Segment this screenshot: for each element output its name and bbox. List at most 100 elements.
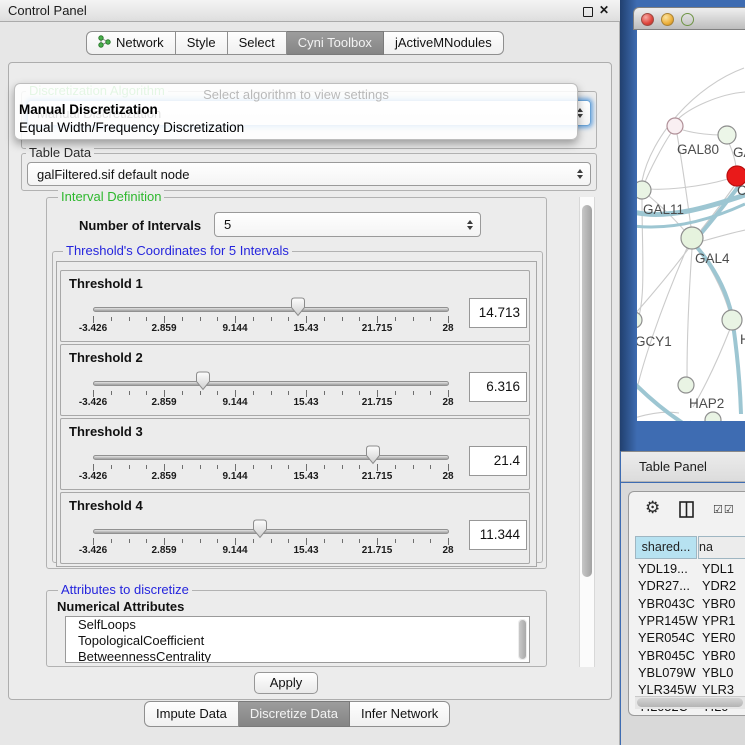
tick-label: 2.859 (151, 545, 176, 556)
tab-impute-data[interactable]: Impute Data (144, 701, 239, 727)
network-node[interactable] (722, 310, 742, 330)
network-edge[interactable] (687, 249, 692, 377)
tick-mark (288, 391, 289, 395)
minimize-traffic-light-icon[interactable] (661, 13, 674, 26)
tick-mark (413, 539, 414, 543)
checkboxes-icon[interactable]: ☑☑ (713, 503, 735, 516)
numerical-attributes-list[interactable]: SelfLoopsTopologicalCoefficientBetweenne… (65, 616, 530, 663)
tab-cyni-toolbox[interactable]: Cyni Toolbox (287, 31, 384, 55)
table-row[interactable]: YPR145WYPR1 (635, 613, 745, 631)
scrollbar-thumb[interactable] (519, 620, 526, 659)
table-row[interactable]: YBR045CYBR0 (635, 648, 745, 666)
tab-select[interactable]: Select (228, 31, 287, 55)
slider-track[interactable] (93, 307, 449, 312)
tick-mark (146, 539, 147, 543)
tick-mark (430, 539, 431, 543)
tick-mark (129, 465, 130, 469)
node-label: C (737, 183, 745, 198)
tab-network[interactable]: Network (86, 31, 176, 55)
table-row[interactable]: YBL079WYBL0 (635, 665, 745, 683)
network-node[interactable] (637, 181, 651, 199)
slider-track[interactable] (93, 381, 449, 386)
attribute-list-item[interactable]: TopologicalCoefficient (66, 633, 529, 649)
tab-style[interactable]: Style (176, 31, 228, 55)
table-row[interactable]: YDR27...YDR2 (635, 578, 745, 596)
table-row[interactable]: YDL19...YDL1 (635, 561, 745, 579)
tab-infer-network[interactable]: Infer Network (350, 701, 450, 727)
content-scrollbar[interactable] (579, 197, 595, 667)
slider-thumb[interactable] (365, 445, 381, 465)
cell-name: YDL1 (702, 561, 734, 576)
table-row[interactable]: YBR043CYBR0 (635, 596, 745, 614)
node-label: GCY1 (637, 334, 672, 349)
close-icon[interactable]: ✕ (599, 3, 609, 17)
slider-thumb[interactable] (195, 371, 211, 391)
attribute-list-item[interactable]: BetweennessCentrality (66, 649, 529, 663)
float-window-icon[interactable] (583, 7, 593, 17)
attributes-list-scrollbar[interactable] (518, 619, 527, 660)
network-edge[interactable] (637, 248, 687, 402)
table-data-combobox-value: galFiltered.sif default node (37, 167, 189, 182)
column-header-name[interactable]: na (698, 536, 745, 559)
bottom-tab-bar: Impute Data Discretize DataInfer Network (144, 701, 450, 727)
table-data-combobox[interactable]: galFiltered.sif default node (27, 162, 591, 186)
algorithm-option[interactable]: Manual Discretization (19, 102, 158, 117)
tick-mark (235, 390, 236, 397)
tab-discretize-data[interactable]: Discretize Data (239, 701, 350, 727)
tick-mark (395, 539, 396, 543)
attribute-list-item[interactable]: SelfLoops (66, 617, 529, 633)
threshold-value-field[interactable]: 14.713 (469, 298, 527, 328)
network-node[interactable] (678, 377, 694, 393)
slider-thumb[interactable] (290, 297, 306, 317)
network-edge[interactable] (683, 130, 721, 135)
network-node[interactable] (667, 118, 683, 134)
network-node[interactable] (718, 126, 736, 144)
gear-icon[interactable]: ⚙ (645, 498, 660, 518)
tick-mark (182, 465, 183, 469)
network-node[interactable] (637, 312, 642, 328)
zoom-traffic-light-icon[interactable] (681, 13, 694, 26)
threshold-value-field[interactable]: 11.344 (469, 520, 527, 550)
algorithm-option[interactable]: Equal Width/Frequency Discretization (19, 120, 244, 135)
apply-button[interactable]: Apply (254, 672, 318, 694)
network-graph[interactable]: GAL80GACGAL11GAL4GCY1HHAP2 (637, 30, 745, 421)
network-edge[interactable] (637, 248, 689, 315)
scrollbar-thumb[interactable] (637, 698, 743, 707)
network-node[interactable] (705, 412, 721, 421)
network-node[interactable] (681, 227, 703, 249)
stepper-icon (467, 220, 473, 230)
scrollbar-thumb[interactable] (582, 205, 592, 577)
network-edge[interactable] (703, 230, 745, 241)
slider-track[interactable] (93, 529, 449, 534)
network-edge[interactable] (642, 68, 744, 181)
threshold-value-field[interactable]: 6.316 (469, 372, 527, 402)
control-panel: Control Panel ✕ NetworkStyleSelectCyni T… (0, 0, 620, 745)
node-label: GAL4 (695, 251, 730, 266)
column-header-shared-name[interactable]: shared... (635, 536, 697, 559)
tick-label: 21.715 (362, 397, 393, 408)
columns-icon[interactable] (679, 501, 694, 523)
slider-track[interactable] (93, 455, 449, 460)
threshold-value-field[interactable]: 21.4 (469, 446, 527, 476)
network-icon (98, 35, 111, 51)
tick-label: 21.715 (362, 323, 393, 334)
tick-mark (271, 317, 272, 321)
tab-jactivemnodules[interactable]: jActiveMNodules (384, 31, 504, 55)
close-traffic-light-icon[interactable] (641, 13, 654, 26)
tick-mark (288, 465, 289, 469)
threshold-panel: Threshold 4-3.4262.8599.14415.4321.71528… (60, 492, 530, 564)
network-view-canvas[interactable]: GAL80GACGAL11GAL4GCY1HHAP2 (637, 30, 745, 421)
tick-mark (235, 538, 236, 545)
table-row[interactable]: YER054CYER0 (635, 630, 745, 648)
slider-thumb[interactable] (252, 519, 268, 539)
table-horizontal-scrollbar[interactable] (635, 696, 745, 709)
tab-label: Impute Data (156, 706, 227, 721)
cell-shared-name: YBL079W (638, 665, 696, 680)
node-label: GAL11 (643, 202, 684, 217)
network-edge[interactable] (650, 179, 728, 189)
network-edge[interactable] (677, 92, 745, 120)
tick-label: 9.144 (222, 397, 247, 408)
number-of-intervals-combobox[interactable]: 5 (214, 212, 481, 237)
network-window-titlebar[interactable] (633, 7, 745, 30)
top-tab-bar: NetworkStyleSelectCyni ToolboxjActiveMNo… (86, 31, 504, 55)
